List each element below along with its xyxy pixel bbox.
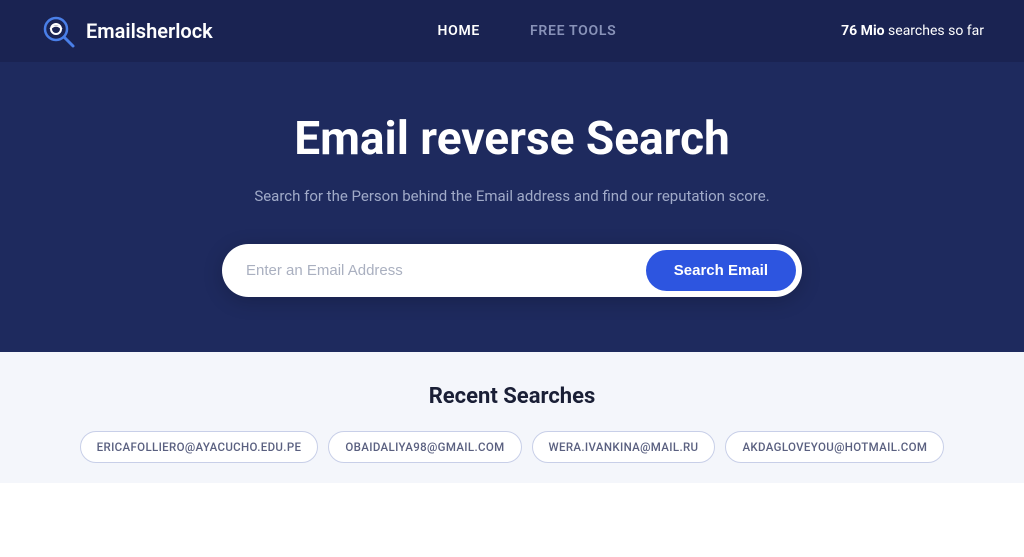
main-nav: HOME FREE TOOLS xyxy=(437,23,616,39)
recent-tag[interactable]: AKDAGLOVEYOU@HOTMAIL.COM xyxy=(725,431,944,463)
search-stat: 76 Mio searches so far xyxy=(841,23,984,39)
logo-text: Emailsherlock xyxy=(86,19,213,43)
email-input[interactable] xyxy=(246,262,646,279)
recent-searches-section: Recent Searches ERICAFOLLIERO@AYACUCHO.E… xyxy=(0,352,1024,483)
recent-searches-title: Recent Searches xyxy=(40,384,984,409)
hero-section: Email reverse Search Search for the Pers… xyxy=(0,62,1024,352)
search-bar: Search Email xyxy=(222,244,802,297)
hero-subtitle: Search for the Person behind the Email a… xyxy=(254,184,769,208)
stat-count: 76 Mio xyxy=(841,23,884,39)
nav-free-tools[interactable]: FREE TOOLS xyxy=(530,23,616,39)
recent-tag[interactable]: OBAIDALIYA98@GMAIL.COM xyxy=(328,431,521,463)
logo-area[interactable]: Emailsherlock xyxy=(40,13,213,49)
hero-title: Email reverse Search xyxy=(294,112,730,166)
recent-tag[interactable]: WERA.IVANKINA@MAIL.RU xyxy=(532,431,716,463)
stat-label: searches so far xyxy=(888,23,984,39)
logo-icon xyxy=(40,13,76,49)
recent-tag[interactable]: ERICAFOLLIERO@AYACUCHO.EDU.PE xyxy=(80,431,319,463)
nav-home[interactable]: HOME xyxy=(437,23,480,39)
search-email-button[interactable]: Search Email xyxy=(646,250,796,291)
site-header: Emailsherlock HOME FREE TOOLS 76 Mio sea… xyxy=(0,0,1024,62)
recent-tags-container: ERICAFOLLIERO@AYACUCHO.EDU.PE OBAIDALIYA9… xyxy=(40,431,984,463)
